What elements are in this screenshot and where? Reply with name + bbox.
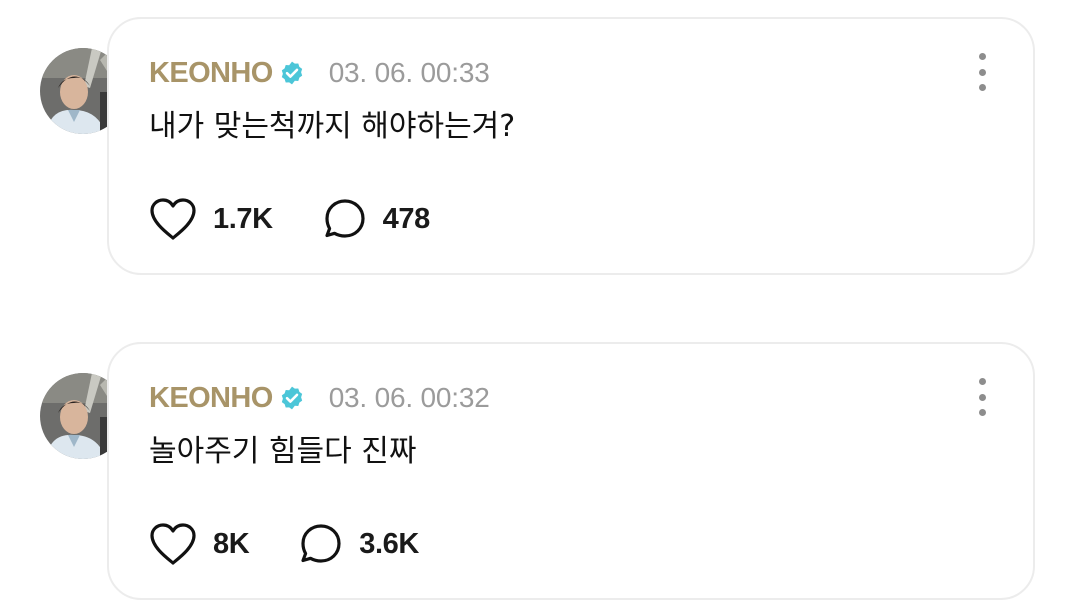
- post-card: KEONHO 03. 06. 00:32 놀아주기 힘들다 진짜 8K 3.6K: [107, 342, 1035, 600]
- author-name[interactable]: KEONHO: [149, 382, 273, 415]
- more-vertical-icon[interactable]: [969, 378, 995, 416]
- comment-button[interactable]: 478: [323, 197, 430, 241]
- heart-icon: [150, 198, 196, 240]
- dot: [978, 68, 986, 76]
- dot: [978, 84, 986, 91]
- post-card: KEONHO 03. 06. 00:33 내가 맞는척까지 해야하는겨? 1.7…: [107, 17, 1035, 275]
- dot: [978, 409, 986, 416]
- speech-bubble-icon: [325, 199, 365, 238]
- more-vertical-icon[interactable]: [969, 53, 995, 91]
- post-text: 내가 맞는척까지 해야하는겨?: [149, 109, 516, 144]
- post-timestamp: 03. 06. 00:33: [328, 57, 490, 88]
- verified-badge-icon: [279, 385, 305, 411]
- comment-button[interactable]: 3.6K: [299, 522, 419, 566]
- verified-badge-icon: [279, 60, 305, 86]
- comment-count: 3.6K: [359, 527, 419, 560]
- comment-count: 478: [382, 202, 431, 235]
- dot: [978, 53, 986, 60]
- post-timestamp: 03. 06. 00:32: [328, 382, 490, 413]
- post-actions: 1.7K 478: [149, 197, 430, 241]
- heart-icon: [150, 523, 196, 565]
- author-name[interactable]: KEONHO: [149, 57, 273, 90]
- post-text: 놀아주기 힘들다 진짜: [149, 434, 417, 469]
- like-count: 1.7K: [213, 202, 273, 235]
- dot: [978, 378, 986, 385]
- post-header: KEONHO 03. 06. 00:32: [149, 380, 490, 416]
- post-header: KEONHO 03. 06. 00:33: [149, 55, 490, 91]
- post-actions: 8K 3.6K: [149, 522, 419, 566]
- like-count: 8K: [213, 527, 250, 560]
- speech-bubble-icon: [301, 524, 341, 563]
- like-button[interactable]: 1.7K: [149, 197, 273, 241]
- like-button[interactable]: 8K: [149, 522, 250, 566]
- dot: [978, 393, 986, 401]
